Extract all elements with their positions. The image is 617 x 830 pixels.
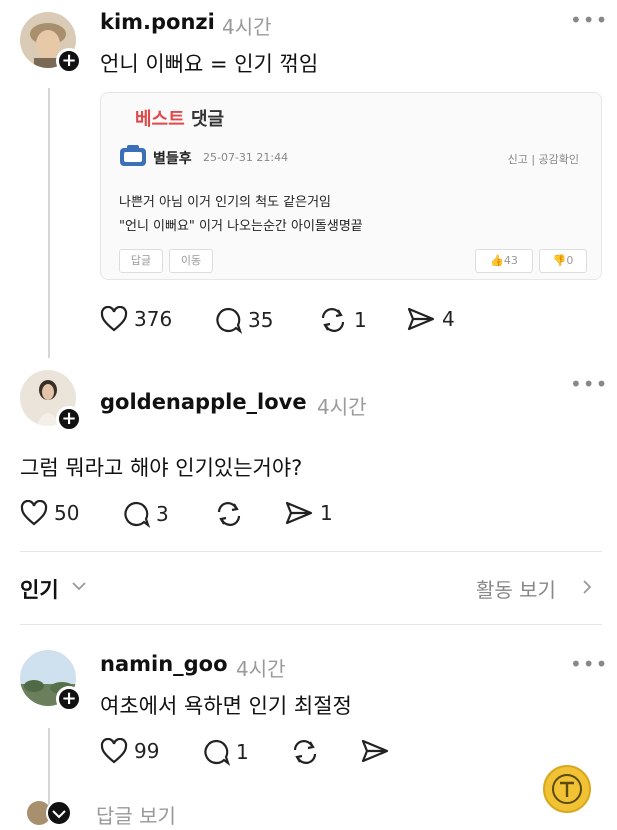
post-time: 4시간 — [222, 15, 272, 39]
comment-count: 3 — [156, 502, 169, 526]
follow-plus-icon[interactable]: + — [56, 48, 82, 74]
card-reply-button: 답글 — [119, 249, 163, 273]
like-count: 99 — [134, 739, 160, 763]
card-author: 별들후 — [153, 151, 192, 167]
like-count: 50 — [54, 501, 80, 525]
follow-plus-icon[interactable]: + — [56, 686, 82, 712]
post-actions: 99 1 — [100, 738, 500, 768]
card-text-line-2: "언니 이뻐요" 이거 나오는순간 아이돌생명끝 — [119, 219, 363, 234]
more-options-icon[interactable]: ••• — [570, 372, 608, 396]
username[interactable]: kim.ponzi — [100, 10, 215, 34]
comment-count: 1 — [236, 740, 249, 764]
like-button[interactable]: 376 — [100, 306, 172, 332]
card-downvote-button: 👎0 — [539, 249, 587, 273]
community-logo-icon — [119, 145, 147, 171]
share-button[interactable] — [360, 738, 396, 764]
comment-bubble-icon — [216, 307, 242, 334]
thumbs-down-icon: 👎 — [552, 254, 567, 267]
share-button[interactable]: 1 — [284, 500, 333, 526]
view-activity-link[interactable]: 활동 보기 — [476, 574, 556, 603]
card-upvote-button: 👍43 — [475, 249, 533, 273]
divider — [20, 551, 602, 552]
heart-icon — [100, 738, 128, 764]
send-icon — [407, 307, 435, 331]
text-tool-fab-button[interactable] — [543, 765, 591, 813]
comment-button[interactable]: 1 — [202, 738, 249, 766]
like-count: 376 — [134, 307, 173, 331]
repost-icon — [293, 740, 317, 764]
send-icon — [285, 501, 313, 525]
more-options-icon[interactable]: ••• — [570, 652, 608, 676]
card-text-line-1: 나쁜거 아님 이거 인기의 척도 같은거임 — [119, 195, 332, 210]
reply-avatar-stack[interactable] — [26, 800, 78, 830]
post-text: 여초에서 욕하면 인기 최절정 — [100, 694, 352, 718]
thread-line — [48, 88, 50, 358]
post-text: 언니 이뻐요 = 인기 꺾임 — [100, 52, 319, 76]
comment-bubble-icon — [124, 501, 150, 528]
chevron-down-icon[interactable] — [70, 578, 88, 594]
repost-count: 1 — [354, 308, 367, 332]
post-1: + kim.ponzi 4시간 ••• 언니 이뻐요 = 인기 꺾임 베스트 댓… — [0, 0, 617, 360]
embedded-image-card[interactable]: 베스트 댓글 별들후 25-07-31 21:44 신고 | 공감확인 나쁜거 … — [100, 92, 602, 280]
post-text: 그럼 뭐라고 해야 인기있는거야? — [20, 456, 303, 480]
repost-button[interactable]: 1 — [318, 306, 367, 334]
card-move-button: 이동 — [169, 249, 213, 273]
divider — [20, 624, 602, 625]
comment-count: 35 — [248, 308, 274, 332]
comment-bubble-icon — [204, 739, 230, 766]
card-title: 베스트 댓글 — [135, 109, 225, 130]
follow-plus-icon[interactable]: + — [56, 406, 82, 432]
card-report-links: 신고 | 공감확인 — [507, 153, 579, 166]
heart-icon — [20, 500, 48, 526]
share-count: 1 — [320, 501, 333, 525]
repost-button[interactable] — [290, 738, 326, 766]
like-button[interactable]: 99 — [100, 738, 159, 764]
post-actions: 376 35 1 4 — [100, 306, 500, 336]
like-button[interactable]: 50 — [20, 500, 79, 526]
send-icon — [361, 739, 389, 763]
thumbs-up-icon: 👍 — [490, 254, 504, 267]
share-count: 4 — [442, 307, 455, 331]
post-3: + namin_goo 4시간 ••• 여초에서 욕하면 인기 최절정 99 1 — [0, 640, 617, 830]
card-downvote-count: 0 — [566, 254, 574, 267]
repost-icon — [321, 308, 345, 332]
repost-button[interactable] — [214, 500, 250, 528]
post-time: 4시간 — [236, 657, 286, 681]
comment-button[interactable]: 35 — [214, 306, 273, 334]
card-upvote-count: 43 — [503, 254, 518, 267]
heart-icon — [100, 306, 128, 332]
post-actions: 50 3 1 — [20, 500, 420, 530]
more-options-icon[interactable]: ••• — [570, 8, 608, 32]
comment-button[interactable]: 3 — [122, 500, 169, 528]
post-time: 4시간 — [317, 395, 367, 419]
repost-icon — [217, 502, 241, 526]
chevron-right-icon[interactable] — [580, 578, 594, 596]
text-tool-icon — [552, 774, 582, 804]
post-2: + goldenapple_love 4시간 ••• 그럼 뭐라고 해야 인기있… — [0, 360, 617, 550]
username[interactable]: namin_goo — [100, 652, 228, 676]
share-button[interactable]: 4 — [406, 306, 455, 332]
card-date: 25-07-31 21:44 — [203, 151, 289, 164]
sort-dropdown[interactable]: 인기 — [20, 574, 59, 604]
username[interactable]: goldenapple_love — [100, 390, 307, 414]
view-replies-link[interactable]: 답글 보기 — [96, 800, 176, 829]
